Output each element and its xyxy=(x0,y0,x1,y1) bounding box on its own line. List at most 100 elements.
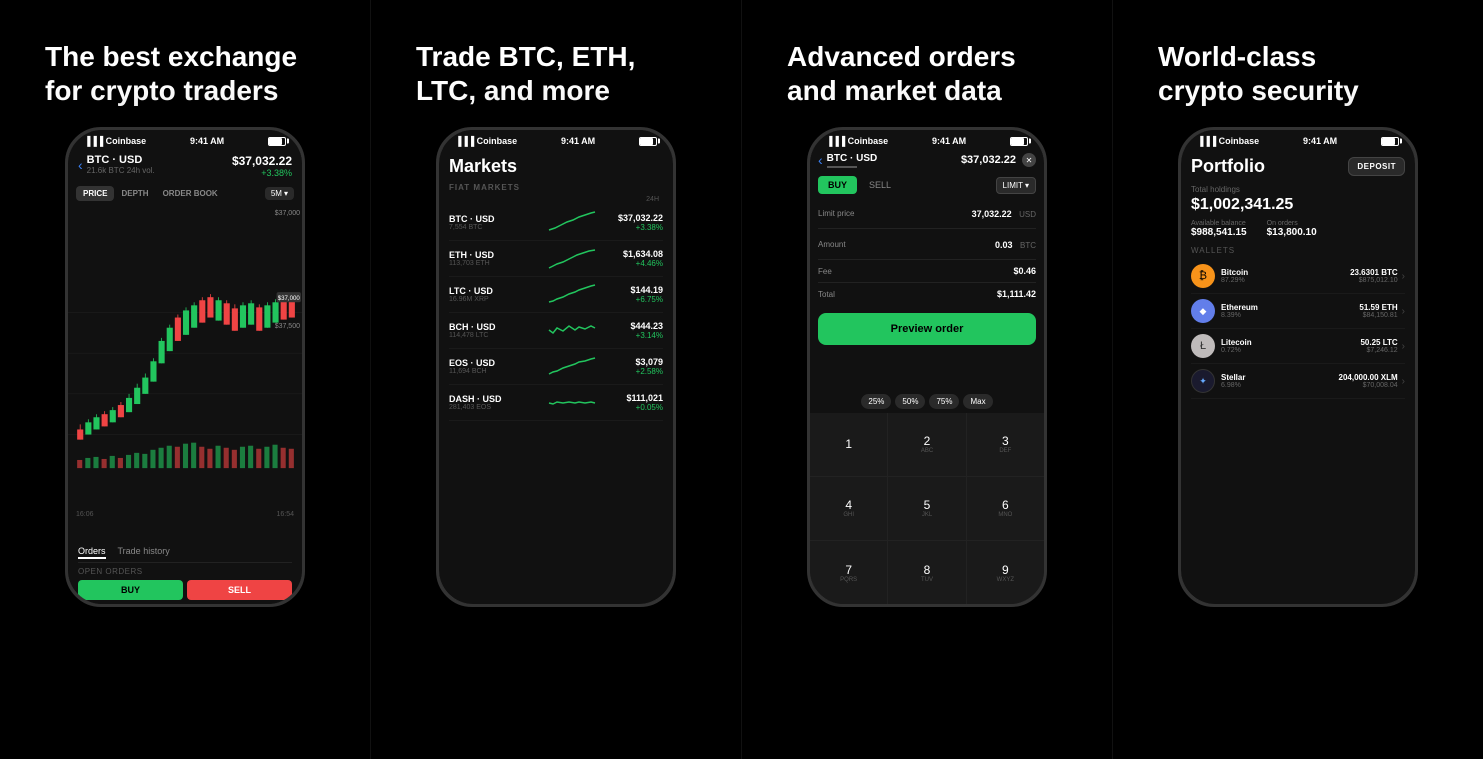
preview-order-button[interactable]: Preview order xyxy=(818,313,1036,345)
market-price-6: $111,021 xyxy=(603,393,663,403)
numpad-7[interactable]: 7 PQRS xyxy=(810,541,887,604)
market-row-bch[interactable]: BCH · USD 114,478 LTC $444.23 +3.14% xyxy=(449,313,663,349)
sell-button[interactable]: SELL xyxy=(187,580,292,600)
battery-3 xyxy=(1010,137,1028,146)
market-row-eth[interactable]: ETH · USD 113,703 ETH $1,634.08 +4.46% xyxy=(449,241,663,277)
back-icon-3[interactable]: ‹ xyxy=(818,152,823,168)
market-change-4: +3.14% xyxy=(603,331,663,340)
panel-4-title: World-class crypto security xyxy=(1158,40,1438,107)
signal-3: ▐▐▐ Coinbase xyxy=(826,136,888,146)
available-balance: Available balance $988,541.15 xyxy=(1191,220,1247,238)
tab-depth[interactable]: DEPTH xyxy=(114,186,155,201)
numpad-4[interactable]: 4 GHI xyxy=(810,477,887,540)
pct-25-button[interactable]: 25% xyxy=(861,394,891,409)
numpad-5[interactable]: 5 JKL xyxy=(888,477,965,540)
market-pair-6: DASH · USD xyxy=(449,394,541,404)
wallet-crypto-eth: 51.59 ETH xyxy=(1359,303,1397,312)
order-header: ‹ BTC · USD $37,032.22 ✕ xyxy=(810,148,1044,172)
amount-row: Amount 0.03 BTC xyxy=(818,229,1036,260)
market-vol-5: 11,694 BCH xyxy=(449,368,541,375)
market-row-dash[interactable]: DASH · USD 281,403 EOS $111,021 +0.05% xyxy=(449,385,663,421)
time-4: 9:41 AM xyxy=(1303,136,1337,146)
phone-4: ▐▐▐ Coinbase 9:41 AM Portfolio DEPOSIT T… xyxy=(1178,127,1418,607)
signal-4: ▐▐▐ Coinbase xyxy=(1197,136,1259,146)
wallet-name-btc: Bitcoin xyxy=(1221,268,1350,277)
chart-area[interactable]: $37,000 $37,500 xyxy=(68,205,302,542)
market-row-eos[interactable]: EOS · USD 11,694 BCH $3,079 +2.58% xyxy=(449,349,663,385)
wallet-usd-btc: $875,012.10 xyxy=(1350,277,1398,284)
numpad-3[interactable]: 3 DEF xyxy=(967,413,1044,476)
tab-orderbook[interactable]: ORDER BOOK xyxy=(156,186,225,201)
chevron-right-ltc: › xyxy=(1402,341,1405,352)
wallets-section-label: WALLETS xyxy=(1191,246,1405,255)
market-pair-2: ETH · USD xyxy=(449,250,541,260)
limit-price-unit: USD xyxy=(1019,210,1036,219)
wallet-name-ltc: Litecoin xyxy=(1221,338,1360,347)
back-icon[interactable]: ‹ xyxy=(78,157,83,173)
litecoin-icon: Ł xyxy=(1191,334,1215,358)
status-bar-4: ▐▐▐ Coinbase 9:41 AM xyxy=(1181,130,1415,148)
wallet-pct-ltc: 0.72% xyxy=(1221,347,1360,354)
wallet-ethereum[interactable]: ◆ Ethereum 8.39% 51.59 ETH $84,150.81 › xyxy=(1191,294,1405,329)
pct-75-button[interactable]: 75% xyxy=(929,394,959,409)
timeframe-selector[interactable]: 5M ▾ xyxy=(265,187,294,200)
numpad-8[interactable]: 8 TUV xyxy=(888,541,965,604)
buy-button[interactable]: BUY xyxy=(78,580,183,600)
wallet-crypto-xlm: 204,000.00 XLM xyxy=(1339,373,1398,382)
spark-5 xyxy=(547,354,597,379)
limit-price-value: 37,032.22 xyxy=(972,209,1012,219)
candlestick-chart: $37,000 xyxy=(68,205,302,542)
battery-icon xyxy=(268,137,286,146)
numpad-1[interactable]: 1 xyxy=(810,413,887,476)
spark-6 xyxy=(547,390,597,415)
stellar-icon: ✦ xyxy=(1191,369,1215,393)
portfolio-title: Portfolio xyxy=(1191,156,1265,177)
buy-tab[interactable]: BUY xyxy=(818,176,857,194)
time-2: 9:41 AM xyxy=(561,136,595,146)
portfolio-header: Portfolio DEPOSIT xyxy=(1191,156,1405,177)
market-change-5: +2.58% xyxy=(603,367,663,376)
pct-50-button[interactable]: 50% xyxy=(895,394,925,409)
wallet-pct-eth: 8.39% xyxy=(1221,312,1359,319)
wallet-litecoin[interactable]: Ł Litecoin 0.72% 50.25 LTC $7,246.12 › xyxy=(1191,329,1405,364)
amount-unit: BTC xyxy=(1020,241,1036,250)
sell-tab[interactable]: SELL xyxy=(861,176,899,194)
order-pair: BTC · USD xyxy=(827,153,878,164)
limit-price-row: Limit price 37,032.22 USD xyxy=(818,198,1036,229)
wallet-name-eth: Ethereum xyxy=(1221,303,1359,312)
spark-3 xyxy=(547,282,597,307)
trade-history-tab[interactable]: Trade history xyxy=(118,546,170,559)
market-row-ltc[interactable]: LTC · USD 16.96M XRP $144.19 +6.75% xyxy=(449,277,663,313)
chart-tabs: PRICE DEPTH ORDER BOOK 5M ▾ xyxy=(68,182,302,205)
market-vol-1: 7,554 BTC xyxy=(449,224,541,231)
numpad-6[interactable]: 6 MNO xyxy=(967,477,1044,540)
numpad-9[interactable]: 9 WXYZ xyxy=(967,541,1044,604)
wallet-bitcoin[interactable]: ₿ Bitcoin 87.29% 23.6301 BTC $875,012.10… xyxy=(1191,259,1405,294)
orders-tab[interactable]: Orders xyxy=(78,546,106,559)
on-orders-label: On orders xyxy=(1267,220,1317,227)
market-vol-2: 113,703 ETH xyxy=(449,260,541,267)
amount-value: 0.03 xyxy=(995,240,1013,250)
tab-price[interactable]: PRICE xyxy=(76,186,114,201)
wallet-stellar[interactable]: ✦ Stellar 6.98% 204,000.00 XLM $70,008.0… xyxy=(1191,364,1405,399)
deposit-button[interactable]: DEPOSIT xyxy=(1348,157,1405,176)
order-price: $37,032.22 xyxy=(961,154,1016,166)
amount-label: Amount xyxy=(818,240,846,249)
panel-4: World-class crypto security ▐▐▐ Coinbase… xyxy=(1113,0,1483,759)
pct-max-button[interactable]: Max xyxy=(963,394,992,409)
status-bar-2: ▐▐▐ Coinbase 9:41 AM xyxy=(439,130,673,148)
wallet-pct-btc: 87.29% xyxy=(1221,277,1350,284)
market-change-1: +3.38% xyxy=(603,223,663,232)
status-bar-1: ▐▐▐ Coinbase 9:41 AM xyxy=(68,130,302,148)
open-orders-label: OPEN ORDERS xyxy=(78,567,292,576)
limit-price-label: Limit price xyxy=(818,209,854,218)
available-value: $988,541.15 xyxy=(1191,227,1247,238)
signal-2: ▐▐▐ Coinbase xyxy=(455,136,517,146)
pair-label: BTC · USD xyxy=(87,154,155,166)
numpad: 1 2 ABC 3 DEF 4 GHI xyxy=(810,413,1044,605)
close-button[interactable]: ✕ xyxy=(1022,153,1036,167)
numpad-2[interactable]: 2 ABC xyxy=(888,413,965,476)
chevron-right-eth: › xyxy=(1402,306,1405,317)
market-row-btc[interactable]: BTC · USD 7,554 BTC $37,032.22 +3.38% xyxy=(449,205,663,241)
order-type-selector[interactable]: LIMIT ▾ xyxy=(996,177,1036,194)
